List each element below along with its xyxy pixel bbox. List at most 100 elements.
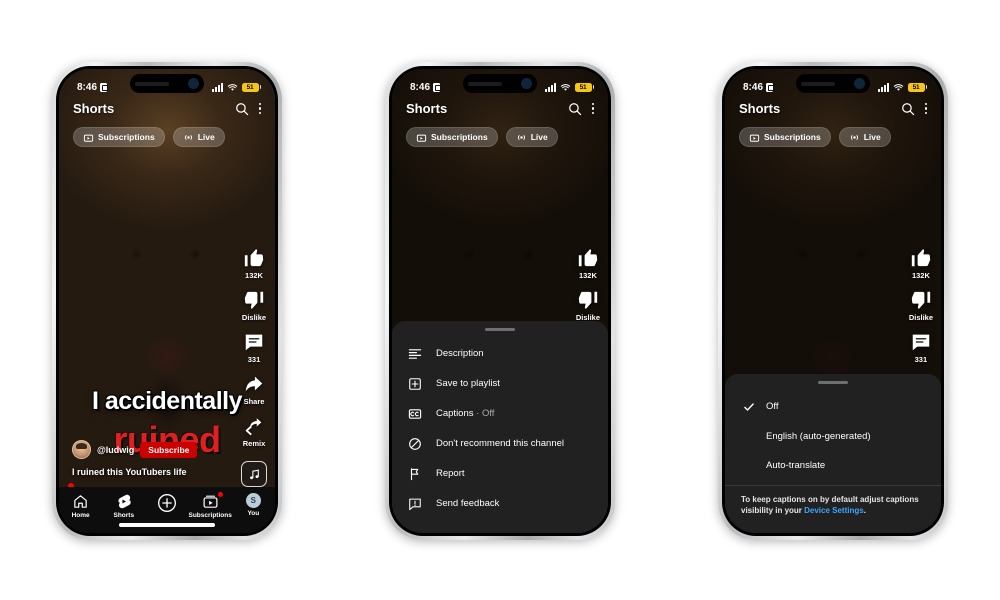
caption-option-english-auto-generated[interactable]: English (auto-generated) — [725, 422, 941, 451]
nav-item-create[interactable] — [146, 493, 188, 513]
chip-label: Subscriptions — [764, 132, 821, 142]
nav-item-you[interactable]: S You — [232, 493, 274, 517]
search-icon[interactable] — [568, 102, 582, 116]
description-icon — [408, 349, 422, 359]
live-broadcast-icon — [184, 134, 192, 140]
device-settings-link[interactable]: Device Settings — [804, 506, 864, 515]
avatar[interactable] — [72, 440, 91, 459]
menu-item-captions[interactable]: Captions · Off — [392, 399, 608, 429]
menu-item-report[interactable]: Report — [392, 459, 608, 489]
menu-label: Save to playlist — [436, 377, 500, 389]
sound-button[interactable] — [241, 461, 267, 487]
like-button[interactable]: 132K — [910, 247, 932, 280]
more-vertical-icon[interactable] — [924, 102, 927, 115]
menu-label-suffix: · Off — [473, 407, 495, 419]
menu-item-dont-recommend-channel[interactable]: Don't recommend this channel — [392, 429, 608, 459]
page-title: Shorts — [739, 101, 781, 116]
more-vertical-icon[interactable] — [258, 102, 261, 115]
chip-subscriptions[interactable]: Subscriptions — [406, 127, 498, 147]
remix-icon — [245, 418, 262, 436]
dislike-button[interactable]: Dislike — [576, 289, 600, 322]
comment-count: 331 — [914, 355, 928, 364]
wifi-icon — [560, 83, 570, 91]
lock-icon — [433, 82, 441, 92]
status-bar: 8:46 51 — [725, 69, 941, 99]
chip-live[interactable]: Live — [505, 127, 558, 147]
phone-screen: 8:46 51 Shorts Subscriptions Live 132K D… — [725, 69, 941, 533]
share-button[interactable]: Share — [243, 373, 265, 406]
caption-option-auto-translate[interactable]: Auto-translate — [725, 451, 941, 480]
phone-bezel: 8:46 51 Shorts Subscriptions Live 132K D… — [722, 66, 944, 536]
nav-label: Shorts — [113, 512, 135, 519]
shorts-header: Shorts — [725, 101, 941, 116]
phone-1-shorts-feed: 8:46 51 Shorts Subscriptions Live 132K D… — [52, 62, 282, 540]
like-count: 132K — [578, 271, 597, 280]
chip-live[interactable]: Live — [838, 127, 891, 147]
subscribe-button[interactable]: Subscribe — [140, 441, 198, 458]
nav-item-shorts[interactable]: Shorts — [103, 493, 145, 519]
sheet-drag-handle[interactable] — [818, 380, 848, 384]
cellular-signal-icon — [211, 82, 223, 92]
shorts-header: Shorts — [59, 101, 275, 116]
chip-subscriptions[interactable]: Subscriptions — [73, 127, 165, 147]
page-title: Shorts — [73, 101, 115, 116]
search-icon[interactable] — [235, 102, 249, 116]
comment-button[interactable]: 331 — [910, 331, 932, 364]
checkmark-icon — [741, 401, 756, 413]
subscriptions-icon — [749, 134, 760, 142]
battery-indicator: 51 — [574, 82, 594, 92]
status-time: 8:46 — [77, 81, 98, 93]
subscriptions-icon — [416, 134, 427, 142]
nav-label: Home — [71, 512, 90, 519]
nav-item-home[interactable]: Home — [60, 493, 102, 519]
chip-subscriptions[interactable]: Subscriptions — [739, 127, 831, 147]
status-bar-left: 8:46 — [77, 81, 108, 93]
chip-label: Live — [863, 132, 881, 142]
dislike-button[interactable]: Dislike — [242, 289, 266, 322]
wifi-icon — [227, 83, 237, 91]
phone-screen: 8:46 51 Shorts Subscriptions Live 132K D… — [59, 69, 275, 533]
action-rail: 132K Dislike 331 — [909, 247, 933, 395]
menu-item-save-to-playlist[interactable]: Save to playlist — [392, 369, 608, 399]
phone-2-options-menu: 8:46 51 Shorts Subscriptions Live 132K D… — [385, 62, 615, 540]
dislike-button[interactable]: Dislike — [909, 289, 933, 322]
phone-bezel: 8:46 51 Shorts Subscriptions Live 132K D… — [389, 66, 611, 536]
live-broadcast-icon — [517, 134, 525, 140]
more-vertical-icon[interactable] — [591, 102, 594, 115]
menu-item-description[interactable]: Description — [392, 339, 608, 369]
chip-live[interactable]: Live — [172, 127, 225, 147]
remix-button[interactable]: Remix — [243, 415, 265, 448]
menu-item-send-feedback[interactable]: Send feedback — [392, 489, 608, 519]
captions-bottom-sheet: Off English (auto-generated) Auto-transl… — [725, 373, 941, 533]
chip-label: Live — [530, 132, 548, 142]
like-button[interactable]: 132K — [577, 247, 599, 280]
battery-level: 51 — [241, 82, 259, 92]
battery-level: 51 — [907, 82, 925, 92]
subscriptions-badge — [218, 492, 224, 497]
status-time: 8:46 — [743, 81, 764, 93]
thumbs-up-icon — [578, 249, 598, 267]
phone-screen: 8:46 51 Shorts Subscriptions Live 132K D… — [392, 69, 608, 533]
channel-handle[interactable]: @ludwig — [97, 445, 134, 455]
search-icon[interactable] — [901, 102, 915, 116]
subscriptions-icon — [203, 495, 218, 508]
sheet-drag-handle[interactable] — [485, 328, 515, 331]
phone-3-captions-menu: 8:46 51 Shorts Subscriptions Live 132K D… — [718, 62, 948, 540]
comment-icon — [245, 334, 263, 351]
nav-item-subscriptions[interactable]: Subscriptions — [188, 492, 232, 519]
nav-label: Subscriptions — [188, 512, 232, 519]
like-count: 132K — [245, 271, 263, 280]
home-indicator[interactable] — [119, 523, 215, 527]
save-to-playlist-icon — [409, 378, 421, 390]
chip-label: Subscriptions — [431, 132, 488, 142]
live-broadcast-icon — [850, 134, 858, 140]
like-button[interactable]: 132K — [243, 247, 265, 280]
screenshot-stage: 8:46 51 Shorts Subscriptions Live 132K D… — [0, 0, 1000, 600]
lock-icon — [100, 82, 108, 92]
caption-option-off[interactable]: Off — [725, 392, 941, 422]
shorts-filter-chips: Subscriptions Live — [59, 127, 275, 147]
video-description[interactable]: I ruined this YouTubers life — [72, 467, 187, 477]
dislike-label: Dislike — [908, 313, 933, 322]
options-bottom-sheet: Description Save to playlist Captions · … — [392, 321, 608, 533]
comment-button[interactable]: 331 — [243, 331, 265, 364]
